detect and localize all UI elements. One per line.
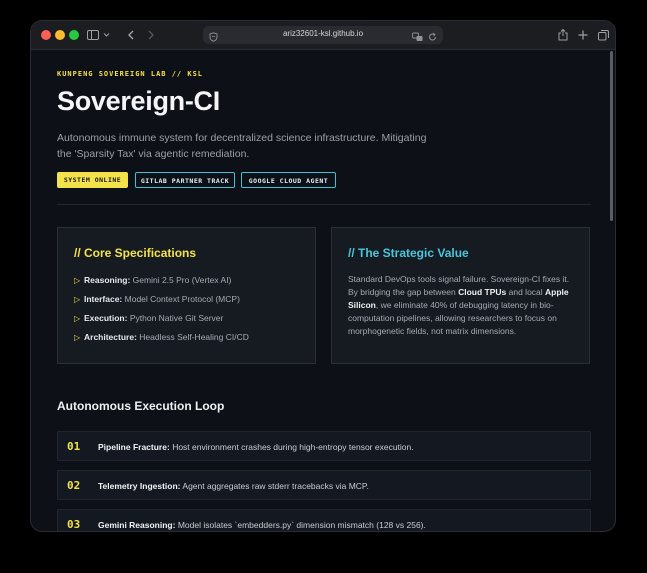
spec-item: ▷ Execution: Python Native Git Server [74, 313, 224, 323]
browser-window: ariz32601-ksl.github.io KUNPENG SOVEREIG… [30, 20, 616, 532]
lab-eyebrow: KUNPENG SOVEREIGN LAB // KSL [57, 70, 204, 78]
zoom-window-button[interactable] [69, 30, 79, 40]
strategic-value-card: // The Strategic Value Standard DevOps t… [331, 227, 590, 364]
page-subtitle: Autonomous immune system for decentraliz… [57, 132, 427, 160]
share-button[interactable] [555, 26, 571, 44]
plus-icon [578, 30, 588, 40]
step-number: 03 [67, 518, 81, 531]
status-badge-system-online: SYSTEM ONLINE [57, 172, 128, 188]
badge-google-cloud-agent: GOOGLE CLOUD AGENT [241, 172, 336, 188]
step-number: 02 [67, 479, 81, 492]
triangle-right-icon: ▷ [74, 276, 81, 285]
triangle-right-icon: ▷ [74, 295, 81, 304]
step-text: Pipeline Fracture: Host environment cras… [98, 442, 414, 452]
page-title: Sovereign-CI [57, 86, 220, 116]
url-text: ariz32601-ksl.github.io [282, 29, 364, 38]
strategic-value-text: Standard DevOps tools signal failure. So… [348, 274, 570, 336]
section-title: Autonomous Execution Loop [57, 399, 225, 413]
tab-overview-button[interactable] [595, 26, 611, 44]
chevron-right-icon [148, 30, 154, 40]
reload-icon[interactable] [428, 29, 437, 47]
spec-item: ▷ Reasoning: Gemini 2.5 Pro (Vertex AI) [74, 275, 232, 285]
core-specifications-card: // Core Specifications ▷ Reasoning: Gemin… [57, 227, 316, 364]
loop-step: 03 Gemini Reasoning: Model isolates `emb… [57, 509, 591, 531]
step-text: Gemini Reasoning: Model isolates `embedd… [98, 520, 426, 530]
sidebar-toggle-button[interactable] [83, 26, 115, 44]
share-icon [558, 29, 568, 41]
minimize-window-button[interactable] [55, 30, 65, 40]
tabs-icon [597, 29, 609, 40]
page-content: KUNPENG SOVEREIGN LAB // KSL Sovereign-C… [31, 50, 615, 531]
loop-step: 02 Telemetry Ingestion: Agent aggregates… [57, 470, 591, 500]
spec-item: ▷ Interface: Model Context Protocol (MCP) [74, 294, 240, 304]
forward-button[interactable] [143, 26, 159, 44]
card-title: // The Strategic Value [348, 246, 469, 260]
spec-item: ▷ Architecture: Headless Self-Healing CI/… [74, 332, 249, 342]
badge-gitlab-partner-track: GITLAB PARTNER TRACK [135, 172, 235, 188]
address-bar[interactable]: ariz32601-ksl.github.io [203, 26, 443, 44]
triangle-right-icon: ▷ [74, 333, 81, 342]
triangle-right-icon: ▷ [74, 314, 81, 323]
translate-icon[interactable] [412, 29, 423, 47]
card-title: // Core Specifications [74, 246, 197, 260]
title-bar: ariz32601-ksl.github.io [31, 21, 615, 50]
loop-step: 01 Pipeline Fracture: Host environment c… [57, 431, 591, 461]
close-window-button[interactable] [41, 30, 51, 40]
sidebar-icon [87, 30, 110, 40]
back-button[interactable] [123, 26, 139, 44]
step-number: 01 [67, 440, 81, 453]
chevron-left-icon [128, 30, 134, 40]
step-text: Telemetry Ingestion: Agent aggregates ra… [98, 481, 369, 491]
divider [57, 204, 591, 205]
new-tab-button[interactable] [575, 26, 591, 44]
